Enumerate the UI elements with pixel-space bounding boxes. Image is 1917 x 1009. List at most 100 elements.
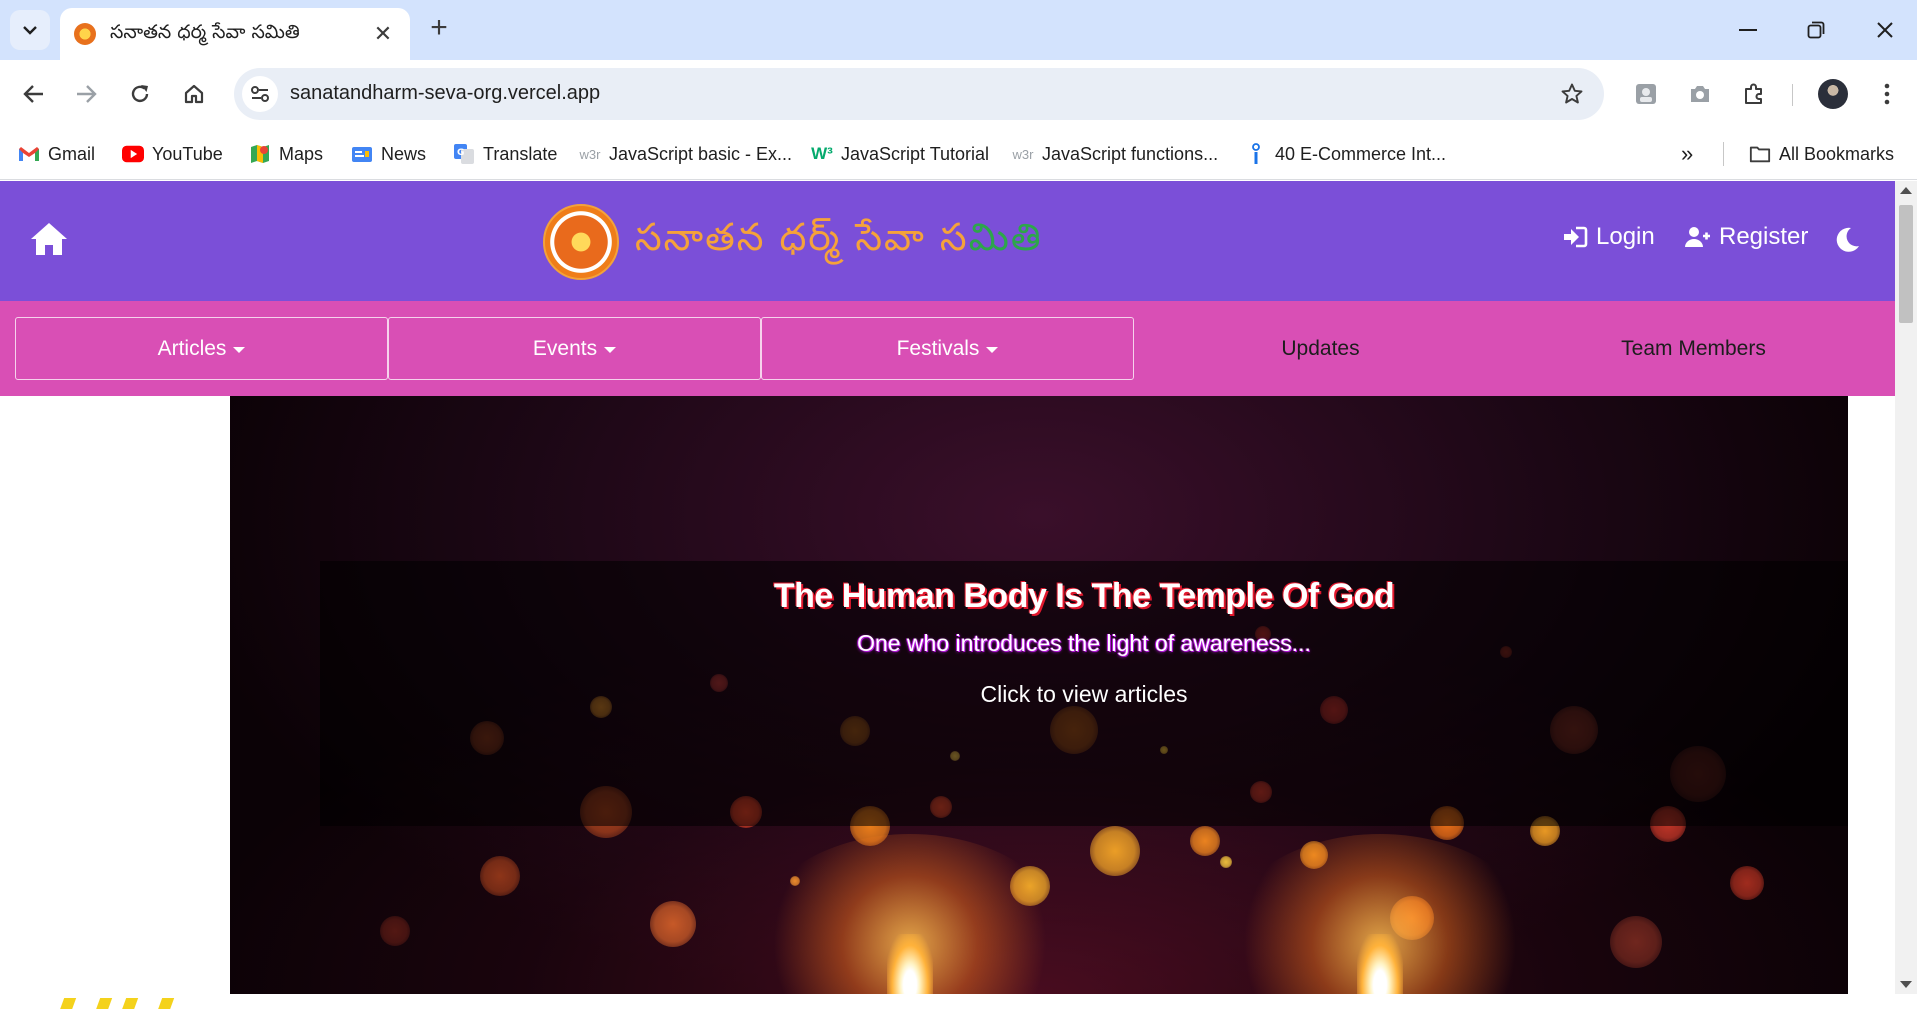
home-icon[interactable] [30,221,68,257]
extension-button-1[interactable] [1626,74,1666,114]
extension-button-2[interactable] [1680,74,1720,114]
bookmarks-divider [1723,142,1724,166]
site-name: సనాతన ధర్మ్ సేవా సమితి [635,215,1043,269]
gmail-icon [18,144,40,164]
w3resource-icon: w3r [579,146,601,162]
extensions-button[interactable] [1734,74,1774,114]
bookmark-ecommerce[interactable]: 40 E-Commerce Int... [1245,140,1446,168]
scroll-thumb[interactable] [1899,205,1913,323]
close-tab-icon[interactable]: ✕ [370,21,396,47]
nav-events[interactable]: Events [388,317,761,380]
bookmark-star-button[interactable] [1558,80,1586,108]
bookmark-label: YouTube [152,143,223,164]
nav-updates[interactable]: Updates [1134,317,1507,380]
home-outline-icon [184,84,204,104]
bookmark-js-basic[interactable]: w3r JavaScript basic - Ex... [579,140,793,168]
back-button[interactable] [14,74,54,114]
nav-team-members-label: Team Members [1621,336,1766,360]
bokeh-light [1220,856,1232,868]
site-logo[interactable]: సనాతన ధర్మ్ సేవా సమితి [543,204,1043,280]
w3resource-icon: w3r [1012,146,1034,162]
hero-caption: The Human Body Is The Temple Of God One … [320,561,1848,826]
bookmark-label: News [381,143,427,164]
kebab-menu-icon [1884,83,1890,105]
hero-carousel-slide[interactable]: The Human Body Is The Temple Of God One … [230,396,1848,994]
nav-festivals[interactable]: Festivals [761,317,1134,380]
bookmark-label: JavaScript Tutorial [841,143,990,164]
scroll-down-icon[interactable] [1900,981,1912,988]
bookmark-label: Maps [279,143,324,164]
translate-icon: G [453,144,475,164]
caret-down-icon [604,346,617,353]
nav-festivals-label: Festivals [896,336,980,360]
chevron-down-icon [23,26,37,35]
browser-toolbar: sanatandharm-seva-org.vercel.app [0,60,1917,128]
diya-flame-icon [1357,934,1403,994]
minimize-button[interactable] [1728,10,1768,50]
bookmarks-overflow-button[interactable]: » [1681,140,1693,168]
site-info-button[interactable] [242,76,278,112]
bookmark-translate[interactable]: G Translate [453,140,557,168]
bookmarks-bar: Gmail YouTube Maps News G Translate w3r … [0,128,1917,180]
bokeh-light [1610,916,1662,968]
browser-tab[interactable]: సనాతన ధర్మ సేవా సమితి ✕ [60,8,410,60]
forward-arrow-icon [77,85,97,103]
decor-stripe [59,998,77,1009]
bookmark-news[interactable]: News [351,140,426,168]
nav-events-label: Events [532,336,598,360]
restore-icon [1807,21,1825,39]
hero-title: The Human Body Is The Temple Of God [773,577,1395,615]
view-articles-link[interactable]: Click to view articles [320,681,1848,708]
caret-down-icon [233,346,246,353]
minimize-icon [1739,29,1757,31]
bookmark-js-functions[interactable]: w3r JavaScript functions... [1012,140,1219,168]
nav-team-members[interactable]: Team Members [1507,317,1880,380]
forward-button[interactable] [66,74,106,114]
moon-icon[interactable] [1833,226,1861,254]
nav-articles[interactable]: Articles [15,317,388,380]
bokeh-light [1090,826,1140,876]
home-button[interactable] [174,74,214,114]
bookmark-gmail[interactable]: Gmail [18,140,95,168]
main-navbar: Articles Events Festivals Updates Team M… [0,301,1895,396]
all-bookmarks-button[interactable]: All Bookmarks [1749,140,1894,168]
info-icon [1245,143,1267,164]
register-label: Register [1719,223,1809,250]
folder-icon [1749,144,1771,164]
bookmark-label: JavaScript functions... [1042,143,1219,164]
back-arrow-icon [23,85,43,103]
hero-subtitle: One who introduces the light of awarenes… [857,630,1311,656]
tab-strip: సనాతన ధర్మ సేవా సమితి ✕ + [0,0,1917,60]
profile-avatar[interactable] [1818,79,1848,109]
all-bookmarks-label: All Bookmarks [1779,143,1895,164]
browser-menu-button[interactable] [1867,74,1907,114]
register-link[interactable]: Register [1683,223,1808,251]
bookmark-js-tutorial[interactable]: W³ JavaScript Tutorial [811,140,989,168]
new-tab-button[interactable]: + [424,13,454,44]
bookmark-youtube[interactable]: YouTube [122,140,223,168]
site-name-part1: సనాతన ధర్మ్ సేవా స [635,215,969,259]
close-window-button[interactable] [1865,10,1905,50]
bokeh-light [480,856,520,896]
page-scrollbar[interactable] [1895,181,1917,994]
site-name-part2: మితి [968,215,1043,259]
site-favicon-icon [74,23,96,45]
bokeh-light [380,916,410,946]
address-bar[interactable]: sanatandharm-seva-org.vercel.app [234,68,1604,120]
seal-emblem-icon [543,204,619,280]
tab-search-button[interactable] [10,10,50,50]
scroll-up-icon[interactable] [1900,187,1912,194]
reload-button[interactable] [120,74,160,114]
login-link[interactable]: Login [1562,223,1655,251]
bokeh-light [1730,866,1764,900]
url-text[interactable]: sanatandharm-seva-org.vercel.app [290,82,600,105]
maps-icon [249,144,271,164]
decor-stripe [121,998,139,1009]
news-icon [351,144,373,164]
bookmark-maps[interactable]: Maps [249,140,323,168]
close-icon [1877,22,1893,38]
bookmark-label: Translate [483,143,558,164]
diya-flame-icon [887,934,933,994]
star-outline-icon [1561,83,1583,104]
restore-button[interactable] [1796,10,1836,50]
